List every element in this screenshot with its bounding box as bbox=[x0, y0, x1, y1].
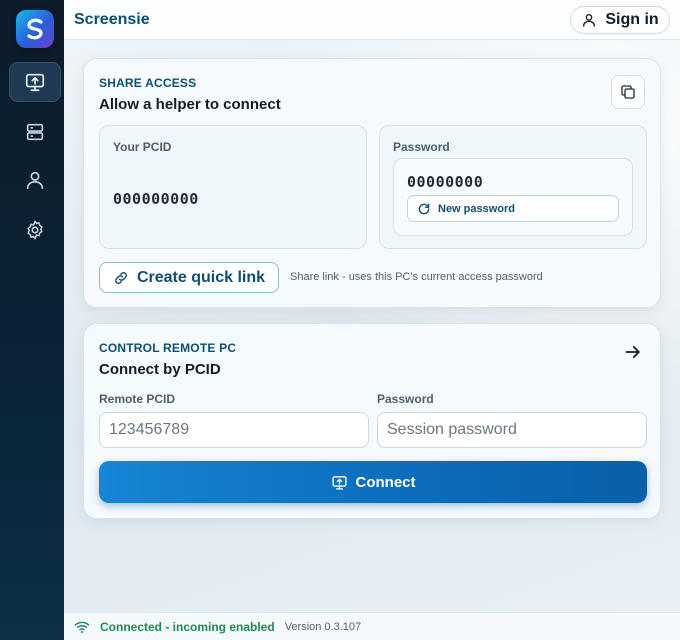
monitor-upload-icon bbox=[25, 73, 45, 92]
monitor-upload-icon bbox=[331, 475, 347, 490]
share-access-card: SHARE ACCESS Allow a helper to connect Y… bbox=[83, 58, 661, 308]
link-icon bbox=[115, 271, 127, 284]
password-label: Password bbox=[393, 140, 450, 154]
connection-status: Connected - incoming enabled bbox=[100, 619, 275, 634]
main-content: SHARE ACCESS Allow a helper to connect Y… bbox=[64, 40, 680, 612]
server-icon bbox=[26, 123, 44, 141]
sign-in-button[interactable]: Sign in bbox=[570, 6, 670, 34]
connect-button[interactable]: Connect bbox=[99, 461, 647, 503]
sidebar bbox=[0, 0, 64, 640]
arrow-right-icon bbox=[625, 346, 640, 358]
status-bar: Connected - incoming enabled Version 0.3… bbox=[64, 612, 680, 640]
copy-icon bbox=[621, 85, 635, 99]
remote-password-input[interactable] bbox=[377, 412, 647, 448]
share-access-eyebrow: SHARE ACCESS bbox=[99, 76, 197, 90]
top-header: Screensie Sign in bbox=[64, 0, 680, 40]
control-remote-eyebrow: CONTROL REMOTE PC bbox=[99, 341, 237, 355]
app-logo-icon[interactable] bbox=[16, 10, 54, 48]
remote-password-label: Password bbox=[377, 392, 434, 406]
control-remote-title: Connect by PCID bbox=[99, 361, 221, 378]
password-box: 00000000 New password bbox=[393, 158, 633, 236]
refresh-icon bbox=[418, 203, 430, 214]
password-panel: Password 00000000 New password bbox=[379, 125, 647, 249]
sidebar-item-share-screen[interactable] bbox=[9, 62, 61, 102]
open-remote-arrow-button[interactable] bbox=[621, 340, 645, 364]
your-pcid-label: Your PCID bbox=[113, 140, 172, 154]
sign-in-label: Sign in bbox=[605, 11, 659, 28]
remote-pcid-input[interactable] bbox=[99, 412, 369, 448]
copy-credentials-button[interactable] bbox=[611, 75, 645, 109]
sidebar-item-account[interactable] bbox=[9, 160, 61, 200]
gear-icon bbox=[27, 220, 43, 240]
quick-link-note: Share link - uses this PC's current acce… bbox=[290, 271, 543, 283]
create-quick-link-label: Create quick link bbox=[136, 268, 266, 286]
your-pcid-value[interactable]: 000000000 bbox=[113, 190, 199, 208]
remote-pcid-label: Remote PCID bbox=[99, 392, 176, 406]
sidebar-item-devices[interactable] bbox=[9, 112, 61, 152]
create-quick-link-button[interactable]: Create quick link bbox=[99, 262, 279, 293]
version-label: Version 0.3.107 bbox=[284, 620, 362, 633]
control-remote-card: CONTROL REMOTE PC Connect by PCID Remote… bbox=[83, 323, 661, 519]
share-access-title: Allow a helper to connect bbox=[99, 96, 281, 113]
wifi-icon bbox=[74, 621, 90, 633]
user-icon bbox=[26, 171, 44, 190]
new-password-button[interactable]: New password bbox=[407, 195, 619, 222]
app-title: Screensie bbox=[74, 11, 150, 28]
s-logo-icon bbox=[27, 18, 43, 40]
sidebar-item-settings[interactable] bbox=[9, 210, 61, 250]
connect-label: Connect bbox=[355, 473, 416, 491]
new-password-label: New password bbox=[438, 202, 516, 215]
user-icon bbox=[583, 14, 596, 27]
password-value[interactable]: 00000000 bbox=[407, 173, 483, 191]
your-pcid-panel: Your PCID 000000000 bbox=[99, 125, 367, 249]
